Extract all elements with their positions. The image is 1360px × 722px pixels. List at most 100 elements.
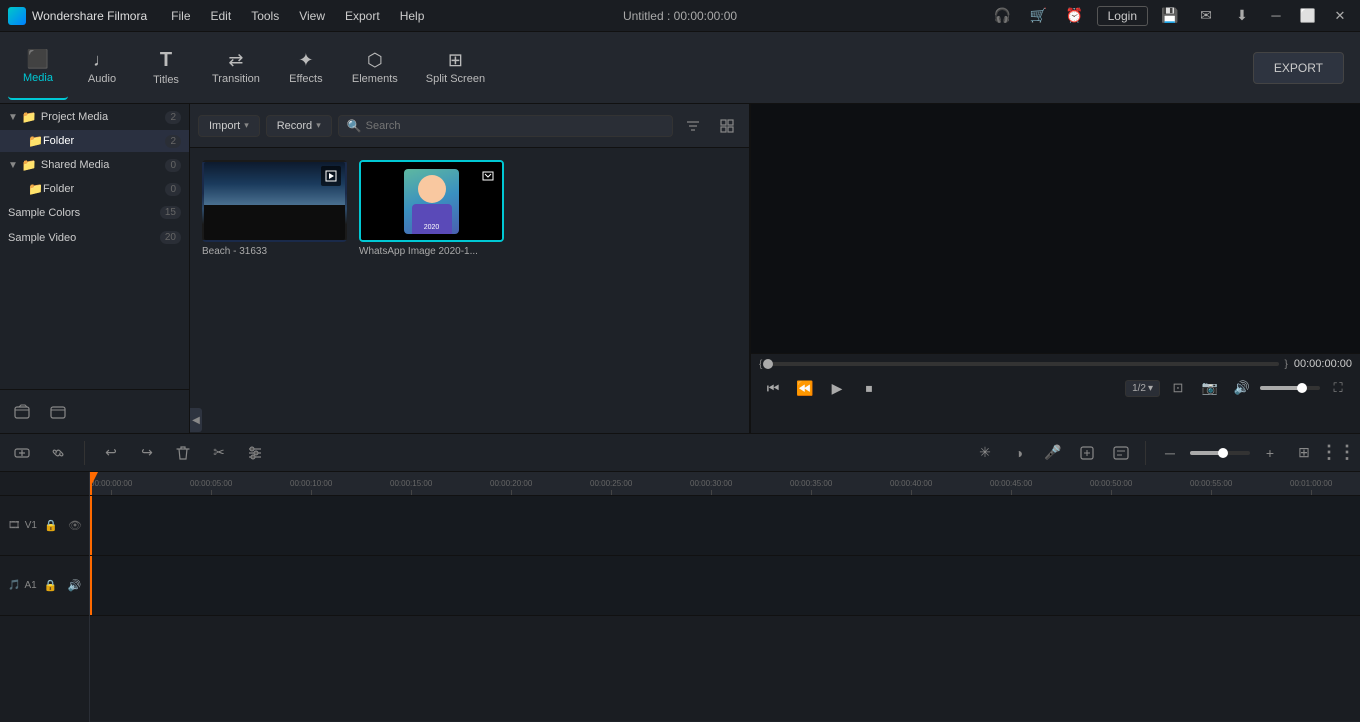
toolbar-titles-button[interactable]: T Titles [136, 36, 196, 100]
audio-track-content[interactable] [90, 556, 1360, 616]
ruler-tick-8: 00:00:40:00 [890, 479, 932, 495]
menu-tools[interactable]: Tools [243, 7, 287, 25]
save-icon[interactable]: 💾 [1156, 2, 1184, 30]
auto-enhance-button[interactable] [1073, 439, 1101, 467]
video-lock-button[interactable]: 🔒 [41, 516, 61, 536]
toolbar-splitscreen-button[interactable]: ⊞ Split Screen [414, 36, 497, 100]
beach-silhouette [204, 205, 345, 240]
play-button[interactable]: ▶ [823, 374, 851, 402]
toolbar-elements-button[interactable]: ⬡ Elements [340, 36, 410, 100]
media-search[interactable]: 🔍 [338, 115, 673, 137]
add-folder-button[interactable] [8, 398, 36, 426]
quality-label: 1/2 [1132, 383, 1146, 394]
folder-item[interactable]: 📁 Folder 2 [0, 130, 189, 152]
adjust-button[interactable] [241, 439, 269, 467]
toolbar-media-button[interactable]: ⬛ Media [8, 36, 68, 100]
toolbar-transition-button[interactable]: ⇄ Transition [200, 36, 272, 100]
zoom-slider[interactable] [1190, 451, 1250, 455]
media-item-whatsapp[interactable]: 2020 WhatsApp Image 2020-1... [359, 160, 504, 257]
zoom-in-button[interactable]: + [1256, 439, 1284, 467]
zoom-out-button[interactable]: ─ [1156, 439, 1184, 467]
ruler-tick-3: 00:00:15:00 [390, 479, 432, 495]
toolbar-left: ⬛ Media ♩ Audio T Titles ⇄ Transition ✦ … [8, 36, 497, 100]
more-options-button[interactable]: ⋮⋮ [1324, 439, 1352, 467]
audio-track-icon: 🎵 [8, 580, 20, 591]
audio-track-playhead [90, 556, 92, 615]
import-button[interactable]: Import ▾ [198, 115, 260, 137]
search-icon: 🔍 [347, 119, 362, 133]
mail-icon[interactable]: ✉ [1192, 2, 1220, 30]
frame-back-button[interactable]: ⏪ [791, 374, 819, 402]
step-back-button[interactable]: ⏮ [759, 374, 787, 402]
preview-quality-selector[interactable]: 1/2 ▾ [1125, 380, 1160, 397]
headset-icon[interactable]: 🎧 [989, 2, 1017, 30]
undo-button[interactable]: ↩ [97, 439, 125, 467]
volume-icon[interactable]: 🔊 [1228, 374, 1256, 402]
delete-button[interactable] [169, 439, 197, 467]
preview-panel: { } 00:00:00:00 ⏮ ⏪ ▶ ⏹ 1/2 [750, 104, 1360, 433]
cut-button[interactable]: ✂ [205, 439, 233, 467]
shared-media-header[interactable]: ▼ 📁 Shared Media 0 [0, 152, 189, 178]
link-button[interactable] [44, 439, 72, 467]
title-bar-right: 🎧 🛒 ⏰ Login 💾 ✉ ⬇ ─ ⬜ ✕ [989, 2, 1352, 30]
remove-folder-button[interactable] [44, 398, 72, 426]
toolbar: ⬛ Media ♩ Audio T Titles ⇄ Transition ✦ … [0, 32, 1360, 104]
toolbar-audio-button[interactable]: ♩ Audio [72, 36, 132, 100]
ruler-spacer [0, 472, 89, 496]
motion-blend-button[interactable]: ✳ [971, 439, 999, 467]
search-input[interactable] [366, 120, 664, 132]
sample-video-header[interactable]: Sample Video 20 [0, 225, 189, 250]
video-visible-button[interactable]: 👁 [65, 516, 85, 536]
redo-button[interactable]: ↪ [133, 439, 161, 467]
preview-bracket-left: { [759, 359, 762, 370]
shared-media-folder-icon: 📁 [22, 158, 37, 172]
login-button[interactable]: Login [1097, 6, 1148, 26]
menu-file[interactable]: File [163, 7, 198, 25]
menu-view[interactable]: View [291, 7, 333, 25]
menu-edit[interactable]: Edit [203, 7, 240, 25]
preview-progress-thumb [763, 359, 773, 369]
zoom-fit-button[interactable]: ⊞ [1290, 439, 1318, 467]
video-track-content[interactable] [90, 496, 1360, 556]
sample-colors-header[interactable]: Sample Colors 15 [0, 200, 189, 225]
add-clip-button[interactable] [8, 439, 36, 467]
audio-stretch-button[interactable]: 🎤 [1039, 439, 1067, 467]
download-icon[interactable]: ⬇ [1228, 2, 1256, 30]
timeline-ruler[interactable]: 00:00:00:00 00:00:05:00 00:00:10:00 00:0… [90, 472, 1360, 496]
media-grid: Beach - 31633 2020 [190, 148, 749, 433]
toolbar-effects-button[interactable]: ✦ Effects [276, 36, 336, 100]
minimize-button[interactable]: ─ [1264, 4, 1288, 28]
close-button[interactable]: ✕ [1328, 4, 1352, 28]
project-media-header[interactable]: ▼ 📁 Project Media 2 [0, 104, 189, 130]
audio-lock-button[interactable]: 🔒 [41, 576, 61, 596]
menu-export[interactable]: Export [337, 7, 388, 25]
titles-icon: T [160, 50, 172, 70]
export-button[interactable]: EXPORT [1253, 52, 1344, 84]
stop-button[interactable]: ⏹ [855, 374, 883, 402]
menu-help[interactable]: Help [392, 7, 433, 25]
fullscreen-button[interactable]: ⛶ [1324, 374, 1352, 402]
record-button[interactable]: Record ▾ [266, 115, 332, 137]
audio-mute-button[interactable]: 🔊 [65, 576, 85, 596]
left-panel-bottom [0, 389, 189, 433]
preview-progress-bar[interactable] [768, 362, 1278, 366]
volume-slider[interactable] [1260, 386, 1320, 390]
ruler-tick-7: 00:00:35:00 [790, 479, 832, 495]
restore-button[interactable]: ⬜ [1296, 4, 1320, 28]
cart-icon[interactable]: 🛒 [1025, 2, 1053, 30]
timeline-toolbar-right: ✳ ◑ 🎤 ─ + ⊞ [971, 439, 1352, 467]
grid-view-button[interactable] [713, 112, 741, 140]
shared-folder-item[interactable]: 📁 Folder 0 [0, 178, 189, 200]
captions-button[interactable] [1107, 439, 1135, 467]
panel-collapse-arrow[interactable]: ◀ [190, 408, 202, 432]
snapshot-button[interactable]: 📷 [1196, 374, 1224, 402]
timeline-toolbar: ↩ ↪ ✂ ✳ ◑ 🎤 [0, 434, 1360, 472]
clock-icon[interactable]: ⏰ [1061, 2, 1089, 30]
full-screen-preview-button[interactable]: ⊡ [1164, 374, 1192, 402]
color-match-button[interactable]: ◑ [1005, 439, 1033, 467]
filter-button[interactable] [679, 112, 707, 140]
timeline-ruler-area: 00:00:00:00 00:00:05:00 00:00:10:00 00:0… [90, 472, 1360, 722]
shared-media-chevron: ▼ [8, 160, 18, 171]
shared-media-count: 0 [165, 159, 181, 172]
media-item-beach[interactable]: Beach - 31633 [202, 160, 347, 257]
